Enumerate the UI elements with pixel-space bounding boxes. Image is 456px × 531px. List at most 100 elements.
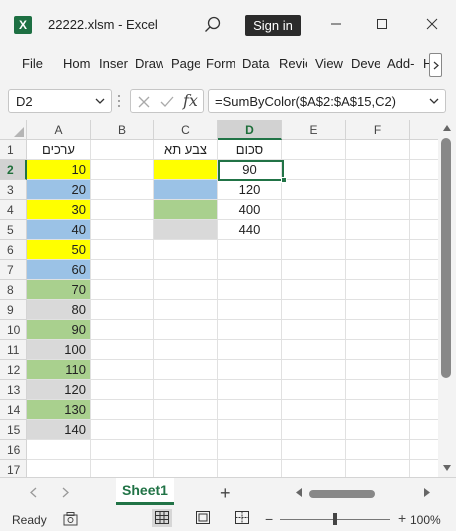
cell-b8[interactable] — [91, 280, 154, 300]
cell-a2[interactable]: 10 — [27, 160, 91, 180]
zoom-level[interactable]: 100% — [410, 513, 441, 527]
cell-b2[interactable] — [91, 160, 154, 180]
cell-e7[interactable] — [282, 260, 346, 280]
row-header-10[interactable]: 10 — [0, 320, 27, 340]
cell-e2[interactable] — [282, 160, 346, 180]
column-header-c[interactable]: C — [154, 120, 218, 140]
scroll-up-icon[interactable] — [443, 125, 451, 131]
cell-e15[interactable] — [282, 420, 346, 440]
cell-d3[interactable]: 120 — [218, 180, 282, 200]
cell-f14[interactable] — [346, 400, 410, 420]
row-header-11[interactable]: 11 — [0, 340, 27, 360]
cell-d11[interactable] — [218, 340, 282, 360]
page-break-view-button[interactable] — [232, 509, 252, 527]
cell-a15[interactable]: 140 — [27, 420, 91, 440]
zoom-out-button[interactable]: − — [265, 511, 273, 527]
cell-a17[interactable] — [27, 460, 91, 477]
cell-c14[interactable] — [154, 400, 218, 420]
tab-developer[interactable]: Deve — [351, 56, 380, 71]
cell-c16[interactable] — [154, 440, 218, 460]
cell-a14[interactable]: 130 — [27, 400, 91, 420]
close-button[interactable] — [417, 12, 447, 38]
cell-d12[interactable] — [218, 360, 282, 380]
tab-add-ins[interactable]: Add- — [387, 56, 416, 71]
row-header-12[interactable]: 12 — [0, 360, 27, 380]
chevron-down-icon[interactable] — [429, 98, 439, 105]
ribbon-scroll-right-button[interactable] — [429, 53, 442, 77]
cell-a13[interactable]: 120 — [27, 380, 91, 400]
cell-d13[interactable] — [218, 380, 282, 400]
cell-a9[interactable]: 80 — [27, 300, 91, 320]
vertical-scrollbar[interactable] — [438, 120, 456, 477]
cell-c12[interactable] — [154, 360, 218, 380]
row-header-14[interactable]: 14 — [0, 400, 27, 420]
cell-f4[interactable] — [346, 200, 410, 220]
cell-d8[interactable] — [218, 280, 282, 300]
cell-f9[interactable] — [346, 300, 410, 320]
cell-a8[interactable]: 70 — [27, 280, 91, 300]
row-header-2[interactable]: 2 — [0, 160, 27, 180]
cell-e12[interactable] — [282, 360, 346, 380]
vertical-scroll-thumb[interactable] — [441, 138, 451, 378]
column-header-e[interactable]: E — [282, 120, 346, 140]
cell-e16[interactable] — [282, 440, 346, 460]
cell-f15[interactable] — [346, 420, 410, 440]
cell-c2[interactable] — [154, 160, 218, 180]
column-header-f[interactable]: F — [346, 120, 410, 140]
cell-b9[interactable] — [91, 300, 154, 320]
cell-e9[interactable] — [282, 300, 346, 320]
cell-d9[interactable] — [218, 300, 282, 320]
cell-c10[interactable] — [154, 320, 218, 340]
minimize-button[interactable] — [321, 12, 351, 38]
cell-c4[interactable] — [154, 200, 218, 220]
cell-b13[interactable] — [91, 380, 154, 400]
cancel-icon[interactable] — [137, 95, 151, 109]
cell-e5[interactable] — [282, 220, 346, 240]
scroll-right-icon[interactable] — [424, 488, 430, 497]
cell-e13[interactable] — [282, 380, 346, 400]
search-icon[interactable] — [203, 15, 223, 35]
cell-d7[interactable] — [218, 260, 282, 280]
cell-d16[interactable] — [218, 440, 282, 460]
tab-file[interactable]: File — [22, 56, 50, 71]
cell-b3[interactable] — [91, 180, 154, 200]
row-header-9[interactable]: 9 — [0, 300, 27, 320]
tab-data[interactable]: Data — [242, 56, 272, 71]
cell-e14[interactable] — [282, 400, 346, 420]
cell-f2[interactable] — [346, 160, 410, 180]
row-header-3[interactable]: 3 — [0, 180, 27, 200]
scroll-down-icon[interactable] — [443, 465, 451, 471]
cell-d5[interactable]: 440 — [218, 220, 282, 240]
cell-f8[interactable] — [346, 280, 410, 300]
cell-a7[interactable]: 60 — [27, 260, 91, 280]
cell-c5[interactable] — [154, 220, 218, 240]
cell-a5[interactable]: 40 — [27, 220, 91, 240]
cell-b4[interactable] — [91, 200, 154, 220]
cell-d15[interactable] — [218, 420, 282, 440]
tab-draw[interactable]: Draw — [135, 56, 163, 71]
chevron-left-icon[interactable] — [30, 487, 37, 498]
fill-handle[interactable] — [281, 177, 287, 183]
chevron-right-icon[interactable] — [62, 487, 69, 498]
cell-a6[interactable]: 50 — [27, 240, 91, 260]
cell-b7[interactable] — [91, 260, 154, 280]
sheet-tab-sheet1[interactable]: Sheet1 — [116, 478, 174, 505]
cell-e8[interactable] — [282, 280, 346, 300]
cell-b10[interactable] — [91, 320, 154, 340]
cell-c9[interactable] — [154, 300, 218, 320]
tab-view[interactable]: View — [315, 56, 343, 71]
cell-e3[interactable] — [282, 180, 346, 200]
row-header-13[interactable]: 13 — [0, 380, 27, 400]
select-all-button[interactable] — [0, 120, 27, 140]
cell-c3[interactable] — [154, 180, 218, 200]
zoom-slider-thumb[interactable] — [333, 513, 337, 525]
row-header-15[interactable]: 15 — [0, 420, 27, 440]
cell-c17[interactable] — [154, 460, 218, 477]
row-header-5[interactable]: 5 — [0, 220, 27, 240]
cell-b11[interactable] — [91, 340, 154, 360]
cell-b1[interactable] — [91, 140, 154, 160]
cell-c13[interactable] — [154, 380, 218, 400]
cell-b5[interactable] — [91, 220, 154, 240]
accessibility-icon[interactable] — [63, 512, 78, 526]
insert-function-button[interactable]: fx — [183, 91, 198, 110]
